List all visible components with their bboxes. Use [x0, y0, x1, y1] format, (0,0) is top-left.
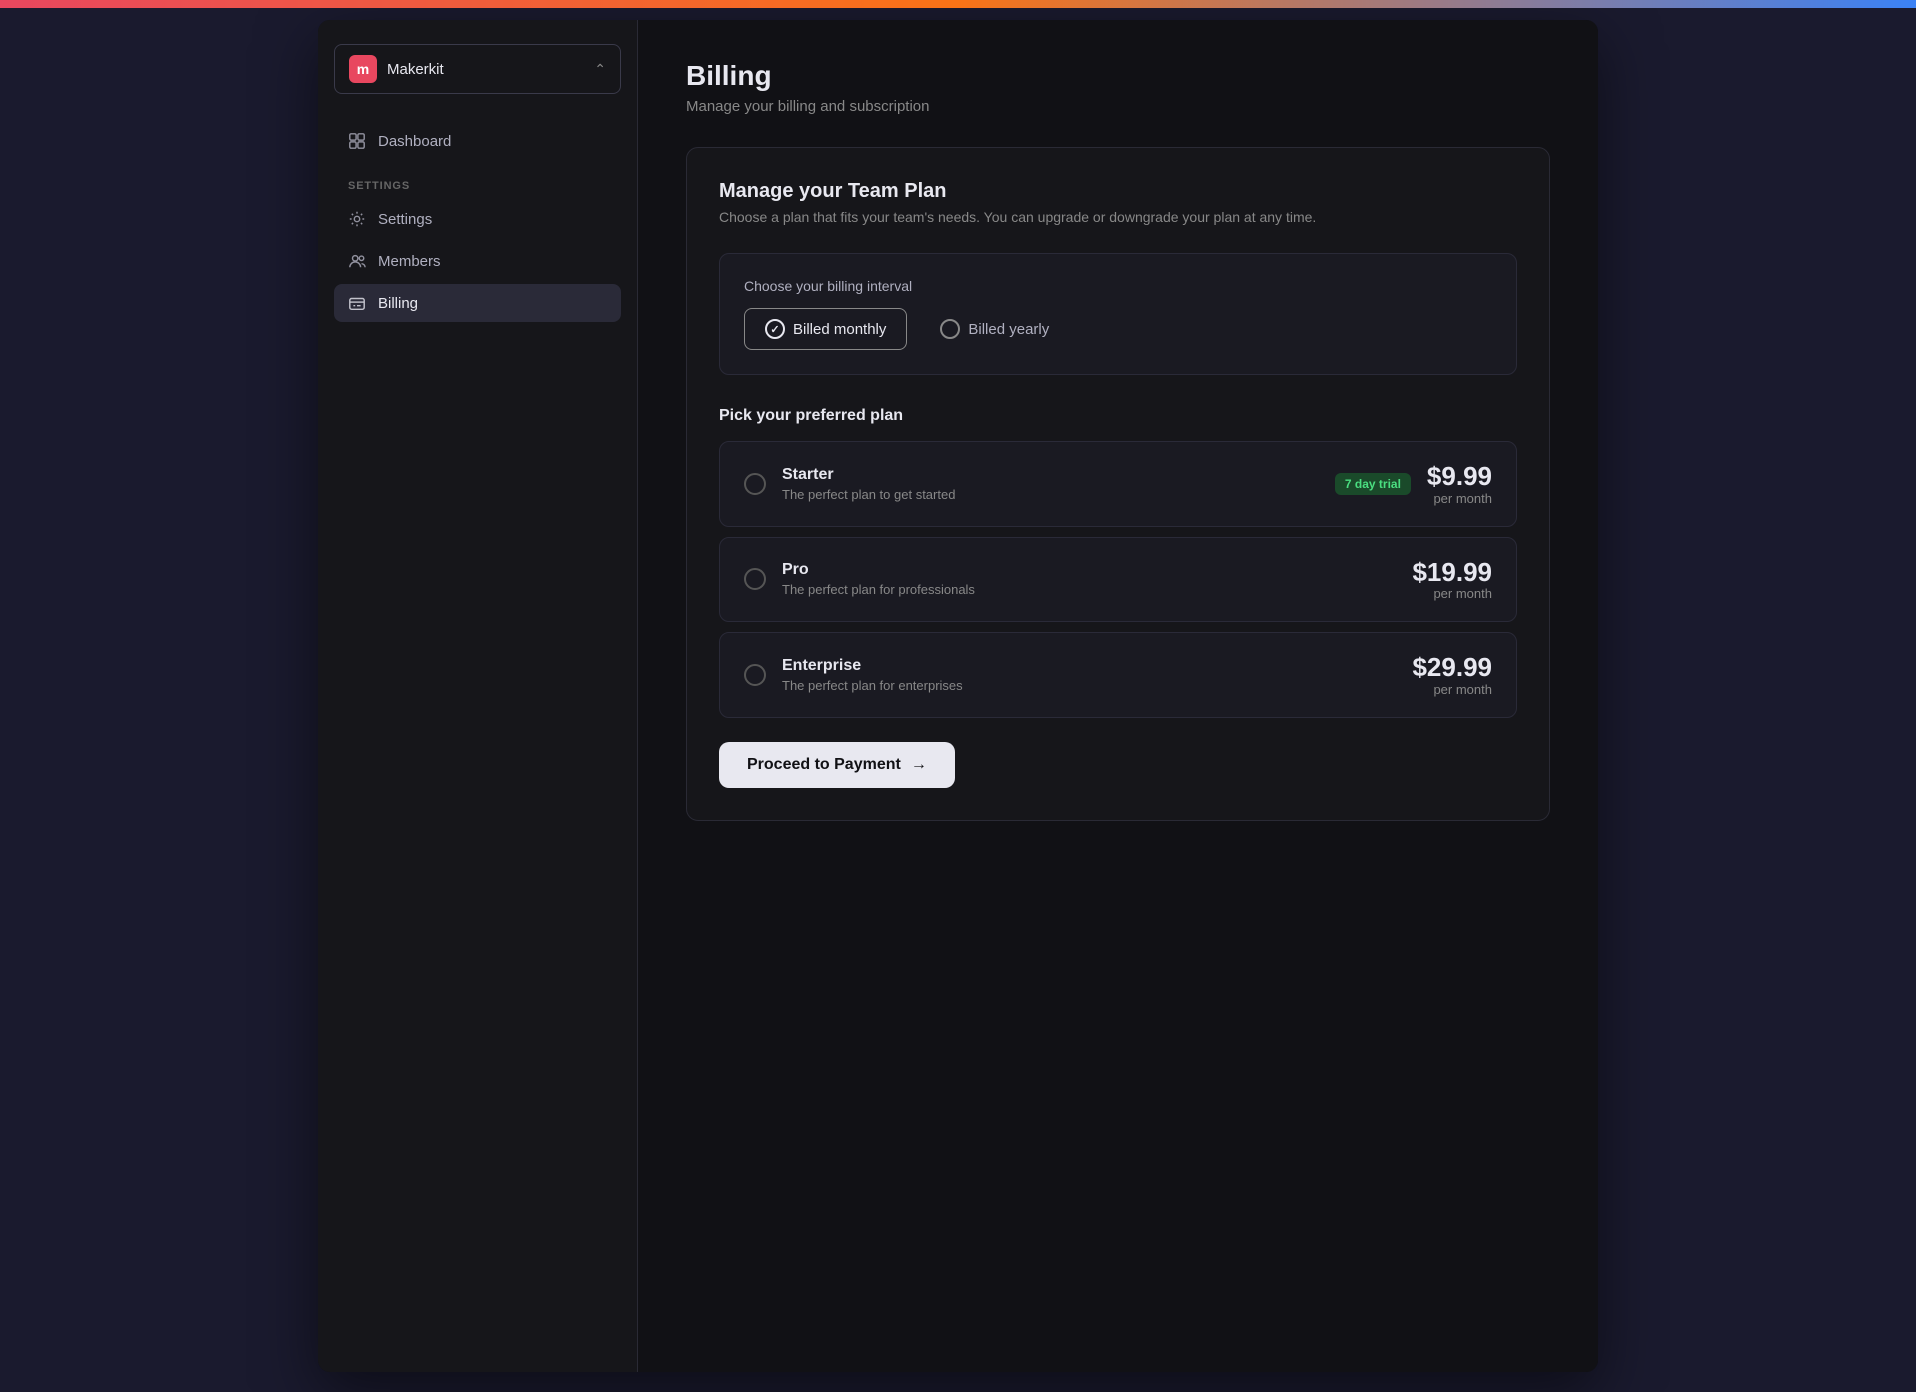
sidebar-item-members[interactable]: Members	[334, 242, 621, 280]
card-subtitle: Choose a plan that fits your team's need…	[719, 209, 1517, 225]
billing-card: Manage your Team Plan Choose a plan that…	[686, 147, 1550, 821]
brand-selector[interactable]: m Makerkit ⌃	[334, 44, 621, 94]
card-title: Manage your Team Plan	[719, 180, 1517, 203]
proceed-btn-label: Proceed to Payment	[747, 756, 901, 774]
monthly-radio-checked	[765, 319, 785, 339]
plan-item-starter[interactable]: Starter The perfect plan to get started …	[719, 441, 1517, 527]
sidebar-item-billing-label: Billing	[378, 295, 418, 312]
brand-left: m Makerkit	[349, 55, 444, 83]
members-icon	[348, 252, 366, 270]
proceed-arrow-icon: →	[911, 756, 927, 774]
app-wrapper: m Makerkit ⌃ Dashboard SETTINGS Settings	[318, 20, 1598, 1372]
interval-options: Billed monthly Billed yearly	[744, 308, 1492, 350]
billing-monthly-btn[interactable]: Billed monthly	[744, 308, 907, 350]
page-title: Billing	[686, 60, 1550, 92]
plans-label: Pick your preferred plan	[719, 407, 1517, 425]
starter-price-amount: $9.99	[1427, 462, 1492, 491]
pro-plan-desc: The perfect plan for professionals	[782, 582, 1396, 597]
pro-plan-name: Pro	[782, 561, 1396, 579]
billing-interval-section: Choose your billing interval Billed mont…	[719, 253, 1517, 375]
starter-price-period: per month	[1427, 491, 1492, 506]
plan-item-pro[interactable]: Pro The perfect plan for professionals $…	[719, 537, 1517, 623]
page-subtitle: Manage your billing and subscription	[686, 98, 1550, 115]
enterprise-radio	[744, 664, 766, 686]
enterprise-price-period: per month	[1412, 682, 1492, 697]
pro-plan-info: Pro The perfect plan for professionals	[782, 561, 1396, 597]
sidebar-item-members-label: Members	[378, 253, 441, 270]
sidebar-item-dashboard[interactable]: Dashboard	[334, 122, 621, 160]
yearly-radio	[940, 319, 960, 339]
starter-price: $9.99 per month	[1427, 462, 1492, 506]
enterprise-price-amount: $29.99	[1412, 653, 1492, 682]
pro-price-amount: $19.99	[1412, 558, 1492, 587]
interval-label: Choose your billing interval	[744, 278, 1492, 294]
starter-trial-badge: 7 day trial	[1335, 473, 1411, 495]
billing-yearly-btn[interactable]: Billed yearly	[919, 308, 1070, 350]
gear-icon	[348, 210, 366, 228]
enterprise-price: $29.99 per month	[1412, 653, 1492, 697]
starter-radio	[744, 473, 766, 495]
starter-plan-info: Starter The perfect plan to get started	[782, 466, 1319, 502]
main-content: Billing Manage your billing and subscrip…	[638, 20, 1598, 1372]
enterprise-plan-name: Enterprise	[782, 657, 1396, 675]
sidebar-item-dashboard-label: Dashboard	[378, 133, 451, 150]
settings-section-label: SETTINGS	[334, 164, 621, 200]
starter-plan-desc: The perfect plan to get started	[782, 487, 1319, 502]
sidebar-item-settings[interactable]: Settings	[334, 200, 621, 238]
sidebar-item-settings-label: Settings	[378, 211, 432, 228]
plan-item-enterprise[interactable]: Enterprise The perfect plan for enterpri…	[719, 632, 1517, 718]
billing-icon	[348, 294, 366, 312]
enterprise-plan-info: Enterprise The perfect plan for enterpri…	[782, 657, 1396, 693]
chevron-up-down-icon: ⌃	[594, 61, 606, 78]
dashboard-icon	[348, 132, 366, 150]
billing-monthly-label: Billed monthly	[793, 321, 886, 338]
sidebar: m Makerkit ⌃ Dashboard SETTINGS Settings	[318, 20, 638, 1372]
pro-radio	[744, 568, 766, 590]
brand-name: Makerkit	[387, 61, 444, 78]
top-bar	[0, 0, 1916, 8]
proceed-to-payment-button[interactable]: Proceed to Payment →	[719, 742, 955, 788]
pro-price-period: per month	[1412, 586, 1492, 601]
pro-price: $19.99 per month	[1412, 558, 1492, 602]
billing-yearly-label: Billed yearly	[968, 321, 1049, 338]
starter-plan-name: Starter	[782, 466, 1319, 484]
brand-logo: m	[349, 55, 377, 83]
sidebar-item-billing[interactable]: Billing	[334, 284, 621, 322]
enterprise-plan-desc: The perfect plan for enterprises	[782, 678, 1396, 693]
